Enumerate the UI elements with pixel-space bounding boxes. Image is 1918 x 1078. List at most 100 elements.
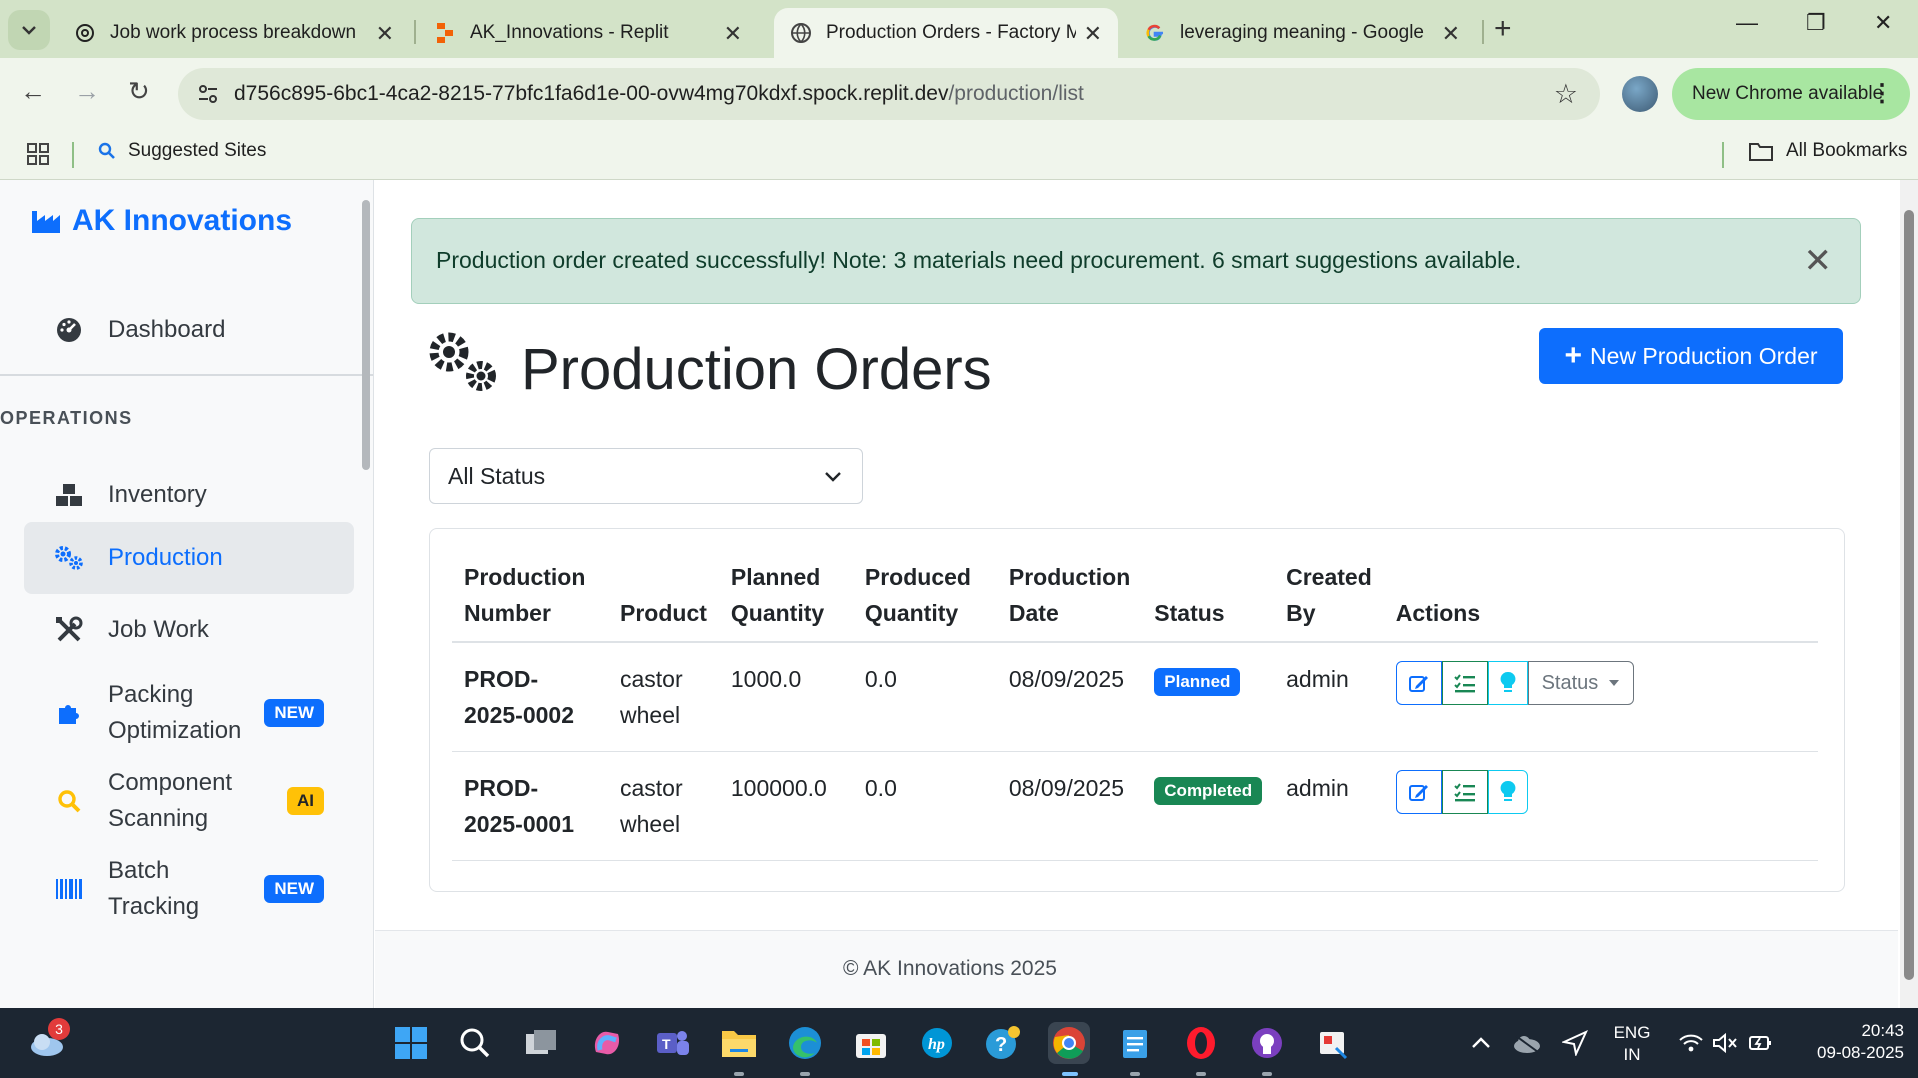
close-tab-icon[interactable]: ✕ xyxy=(724,21,742,47)
edit-button[interactable] xyxy=(1395,661,1442,705)
created-by: admin xyxy=(1274,751,1384,861)
suggested-sites-label: Suggested Sites xyxy=(128,140,267,161)
produced-quantity: 0.0 xyxy=(852,642,997,752)
restore-icon[interactable]: ❐ xyxy=(1806,10,1826,36)
close-alert-icon[interactable]: ✕ xyxy=(1804,241,1833,281)
chrome-update-button[interactable]: New Chrome available ⋮ xyxy=(1672,68,1910,120)
forward-arrow-icon[interactable]: → xyxy=(74,76,100,107)
sidebar-scrollbar[interactable] xyxy=(362,200,370,470)
suggestions-button[interactable] xyxy=(1487,661,1528,705)
sidebar-item-inventory[interactable]: Inventory xyxy=(24,460,354,530)
minimize-icon[interactable]: — xyxy=(1736,10,1758,36)
sidebar-item-component-scanning[interactable]: Component Scanning AI xyxy=(24,758,354,844)
site-settings-icon[interactable] xyxy=(196,82,220,106)
profile-avatar[interactable] xyxy=(1622,76,1658,112)
plus-icon: + xyxy=(1564,339,1582,372)
url-path: /production/list xyxy=(948,82,1084,105)
chevron-up-icon[interactable] xyxy=(1460,1022,1502,1064)
checklist-button[interactable] xyxy=(1441,770,1488,814)
search-icon xyxy=(52,788,86,814)
sidebar-item-dashboard[interactable]: Dashboard xyxy=(24,302,354,358)
browser-tab-2[interactable]: AK_Innovations - Replit ✕ xyxy=(418,8,758,58)
task-view-icon[interactable] xyxy=(520,1022,562,1064)
sidebar: AK Innovations Dashboard OPERATIONS Inve… xyxy=(0,180,374,1008)
browser-tab-1[interactable]: Job work process breakdown ✕ xyxy=(58,8,410,58)
file-explorer-icon[interactable] xyxy=(718,1022,760,1064)
status-filter-select[interactable]: All Status xyxy=(429,448,863,504)
page-footer: © AK Innovations 2025 xyxy=(375,930,1898,1008)
browser-tab-3-active[interactable]: Production Orders - Factory Ma ✕ xyxy=(774,8,1118,58)
running-indicator xyxy=(1262,1072,1272,1076)
svg-text:T: T xyxy=(662,1036,671,1052)
tab-divider xyxy=(1482,20,1484,44)
search-icon xyxy=(98,142,116,160)
clock[interactable]: 20:43 09-08-2025 xyxy=(1792,1020,1904,1064)
new-tab-plus-icon[interactable]: + xyxy=(1494,12,1512,46)
search-icon[interactable] xyxy=(454,1022,496,1064)
address-bar[interactable]: d756c895-6bc1-4ca2-8215-77bfc1fa6d1e-00-… xyxy=(178,68,1600,120)
sidebar-item-label: Inventory xyxy=(108,481,207,508)
onedrive-icon[interactable] xyxy=(1506,1022,1548,1064)
reload-icon[interactable]: ↻ xyxy=(128,76,150,107)
page-scrollbar[interactable] xyxy=(1900,180,1918,1008)
sidebar-section-heading: OPERATIONS xyxy=(0,408,133,428)
hp-icon[interactable]: hp xyxy=(916,1022,958,1064)
opera-icon[interactable] xyxy=(1180,1022,1222,1064)
tab-search-button[interactable] xyxy=(8,10,50,50)
col-produced-quantity[interactable]: Produced Quantity xyxy=(852,559,997,643)
location-arrow-icon[interactable] xyxy=(1554,1022,1596,1064)
url-text: d756c895-6bc1-4ca2-8215-77bfc1fa6d1e-00-… xyxy=(234,82,1084,106)
edge-icon[interactable] xyxy=(784,1022,826,1064)
tab-title: Job work process breakdown xyxy=(110,22,357,43)
suggested-sites-bookmark[interactable]: Suggested Sites xyxy=(98,140,266,162)
bookmark-star-icon[interactable]: ☆ xyxy=(1554,79,1578,110)
col-product[interactable]: Product xyxy=(608,559,719,643)
created-by: admin xyxy=(1274,642,1384,752)
col-planned-quantity[interactable]: Planned Quantity xyxy=(718,559,853,643)
edit-button[interactable] xyxy=(1395,770,1442,814)
suggestions-button[interactable] xyxy=(1487,770,1528,814)
status-dropdown-button[interactable]: Status xyxy=(1527,661,1634,705)
close-tab-icon[interactable]: ✕ xyxy=(376,21,394,47)
close-tab-icon[interactable]: ✕ xyxy=(1084,21,1102,47)
scrollbar-thumb[interactable] xyxy=(1904,210,1914,980)
browser-tab-4[interactable]: leveraging meaning - Google S ✕ xyxy=(1128,8,1476,58)
table-header-row: Production Number Product Planned Quanti… xyxy=(452,559,1818,643)
battery-icon[interactable] xyxy=(1740,1022,1782,1064)
input-language[interactable]: ENG IN xyxy=(1608,1022,1656,1066)
planned-quantity: 1000.0 xyxy=(718,642,853,752)
github-desktop-icon[interactable] xyxy=(1246,1022,1288,1064)
notepad-icon[interactable] xyxy=(1114,1022,1156,1064)
production-number[interactable]: PROD-2025-0001 xyxy=(452,751,608,861)
sidebar-item-packing-optimization[interactable]: Packing Optimization NEW xyxy=(24,670,354,756)
sidebar-item-batch-tracking[interactable]: Batch Tracking NEW xyxy=(24,846,354,932)
windows-start-icon[interactable] xyxy=(390,1022,432,1064)
col-production-number[interactable]: Production Number xyxy=(452,559,608,643)
all-bookmarks-button[interactable]: All Bookmarks xyxy=(1748,140,1907,162)
copilot-icon[interactable] xyxy=(586,1022,628,1064)
produced-quantity: 0.0 xyxy=(852,751,997,861)
teams-icon[interactable]: T xyxy=(652,1022,694,1064)
col-production-date[interactable]: Production Date xyxy=(996,559,1143,643)
browser-tab-strip: Job work process breakdown ✕ AK_Innovati… xyxy=(0,0,1918,58)
col-actions: Actions xyxy=(1383,559,1818,643)
checklist-button[interactable] xyxy=(1441,661,1488,705)
col-status[interactable]: Status xyxy=(1142,559,1275,643)
back-arrow-icon[interactable]: ← xyxy=(20,76,46,107)
sidebar-item-production[interactable]: Production xyxy=(24,522,354,594)
brand-logo[interactable]: AK Innovations xyxy=(30,204,292,238)
close-window-icon[interactable]: ✕ xyxy=(1874,10,1892,36)
chrome-icon[interactable] xyxy=(1048,1022,1090,1064)
apps-grid-icon[interactable] xyxy=(26,142,50,171)
menu-dots-icon[interactable]: ⋮ xyxy=(1870,79,1894,108)
production-number[interactable]: PROD-2025-0002 xyxy=(452,642,608,752)
close-tab-icon[interactable]: ✕ xyxy=(1442,21,1460,47)
col-created-by[interactable]: Created By xyxy=(1274,559,1384,643)
sidebar-item-job-work[interactable]: Job Work xyxy=(24,594,354,666)
status-filter-value: All Status xyxy=(448,462,546,489)
help-icon[interactable]: ? xyxy=(982,1022,1024,1064)
microsoft-store-icon[interactable] xyxy=(850,1022,892,1064)
chevron-down-icon xyxy=(825,472,841,482)
new-production-order-button[interactable]: + New Production Order xyxy=(1539,328,1843,384)
snipping-tool-icon[interactable] xyxy=(1312,1022,1354,1064)
